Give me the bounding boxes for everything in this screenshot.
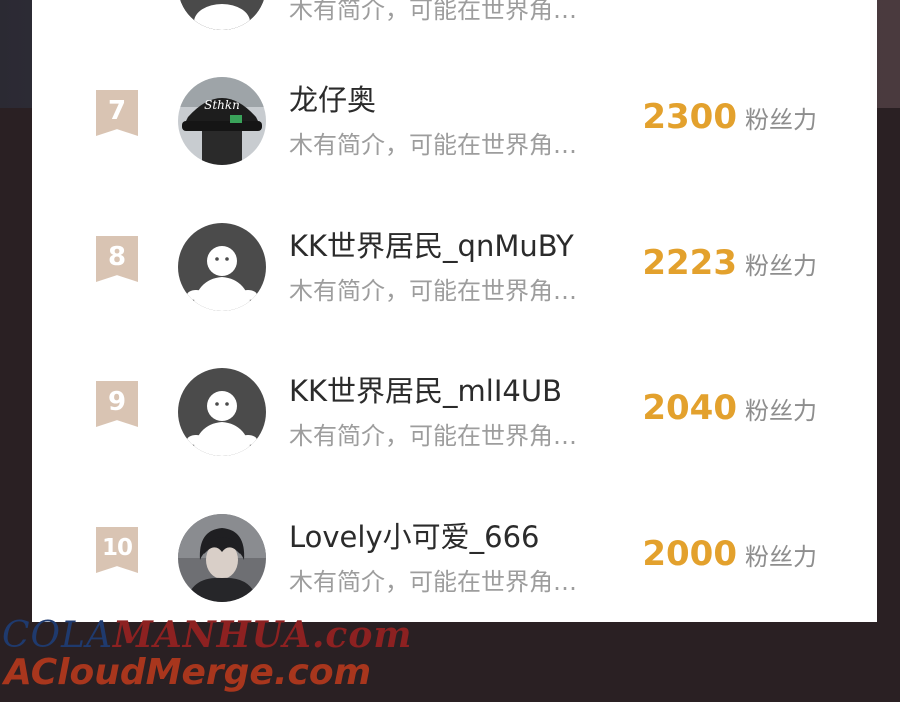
watermark-line1: COLAMANHUA.com <box>2 614 412 656</box>
avatar[interactable] <box>178 223 266 311</box>
fans-label: 粉丝力 <box>745 397 817 425</box>
watermark-line2: ACloudMerge.com <box>4 652 372 693</box>
fans-score: 2000 粉丝力 <box>642 534 817 574</box>
user-name[interactable]: Lovely小可爱_666 <box>289 514 539 556</box>
rank-badge: 8 <box>96 236 138 282</box>
list-item[interactable]: 9 KK世界居民_mlI4UB 木有简介，可能在世界角… 2040 粉丝力 <box>32 368 877 478</box>
watermark-manhua: MANHUA.com <box>112 614 413 656</box>
user-name[interactable]: 龙仔奥 <box>289 77 376 119</box>
user-bio: 木有简介，可能在世界角… <box>289 568 577 596</box>
fans-number: 2000 <box>642 534 737 574</box>
user-bio: 木有简介，可能在世界角… <box>289 0 577 24</box>
fans-number: 2040 <box>642 388 737 428</box>
list-item[interactable]: 10 Lovely小可爱_666 木有简介，可能在世界角… 2000 粉丝力 <box>32 514 877 622</box>
watermark-cola: COLA <box>2 615 113 656</box>
avatar[interactable]: Sthkn <box>178 77 266 165</box>
fans-label: 粉丝力 <box>745 106 817 134</box>
list-item[interactable]: 7 Sthkn 龙仔奥 木有简介，可能在世界角… 2300 粉丝力 <box>32 77 877 187</box>
rank-badge: 10 <box>96 527 138 573</box>
user-bio: 木有简介，可能在世界角… <box>289 422 577 450</box>
rank-badge: 9 <box>96 381 138 427</box>
avatar[interactable] <box>178 368 266 456</box>
fans-label: 粉丝力 <box>745 252 817 280</box>
rank-badge: 7 <box>96 90 138 136</box>
fans-score: 2223 粉丝力 <box>642 243 817 283</box>
user-bio: 木有简介，可能在世界角… <box>289 277 577 305</box>
fans-score: 2040 粉丝力 <box>642 388 817 428</box>
svg-text:Sthkn: Sthkn <box>204 98 240 112</box>
fans-score: 2300 粉丝力 <box>642 97 817 137</box>
user-name[interactable]: KK世界居民_qnMuBY <box>289 223 574 265</box>
list-item-partial[interactable]: 木有简介，可能在世界角… <box>32 0 877 52</box>
fans-number: 2300 <box>642 97 737 137</box>
fan-ranking-list: 木有简介，可能在世界角… 7 Sthkn 龙仔奥 木有简介，可能在世界角… 23… <box>32 0 877 622</box>
avatar[interactable] <box>178 514 266 602</box>
user-bio: 木有简介，可能在世界角… <box>289 131 577 159</box>
user-name[interactable]: KK世界居民_mlI4UB <box>289 368 562 410</box>
fans-label: 粉丝力 <box>745 543 817 571</box>
list-item[interactable]: 8 KK世界居民_qnMuBY 木有简介，可能在世界角… 2223 粉丝力 <box>32 223 877 333</box>
avatar <box>178 0 266 30</box>
fans-number: 2223 <box>642 243 737 283</box>
